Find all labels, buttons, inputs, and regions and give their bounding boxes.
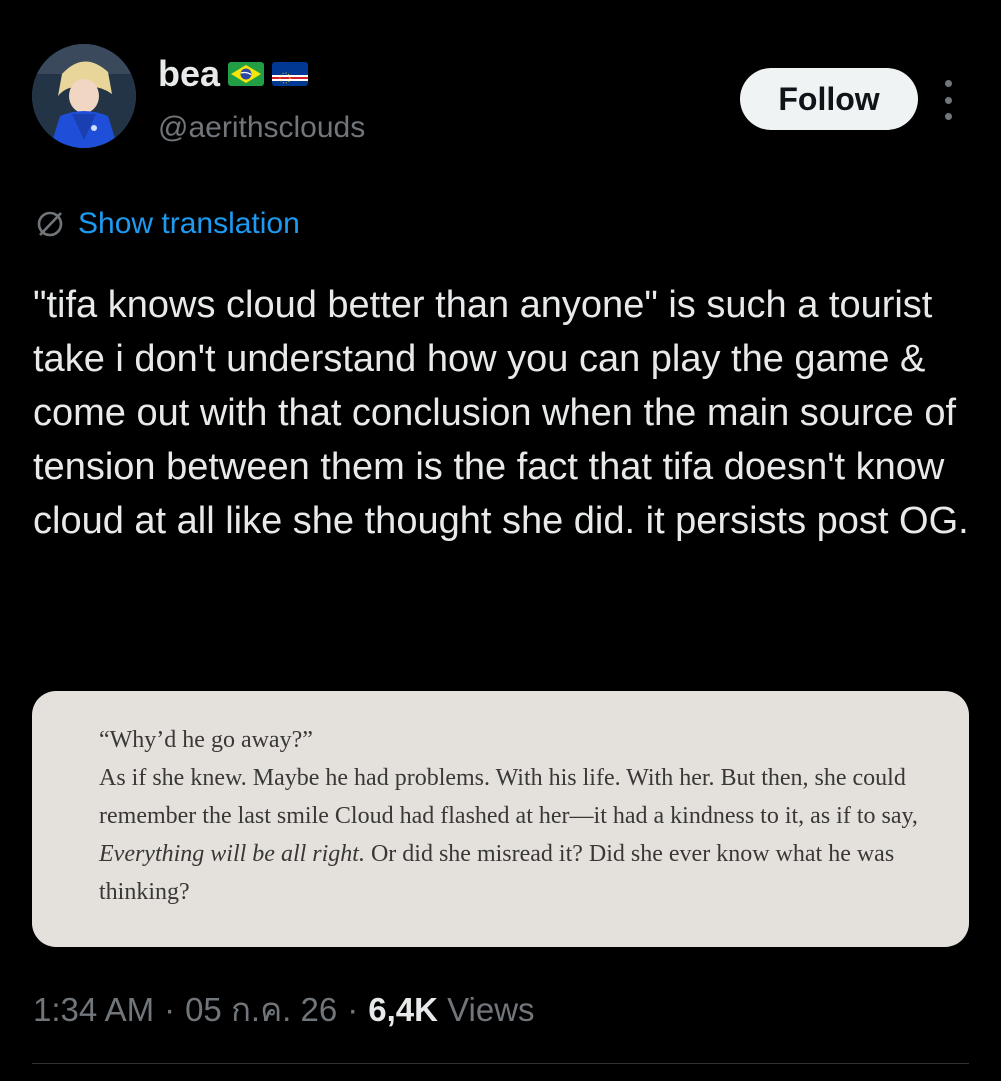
user-handle[interactable]: @aerithsclouds bbox=[158, 110, 365, 146]
book-paragraph: As if she knew. Maybe he had problems. W… bbox=[44, 759, 956, 911]
attached-image[interactable]: “Why’d he go away?” As if she knew. Mayb… bbox=[32, 691, 969, 947]
globe-icon bbox=[37, 211, 63, 237]
follow-button[interactable]: Follow bbox=[740, 68, 918, 130]
display-name[interactable]: bea bbox=[158, 54, 220, 94]
avatar-image bbox=[32, 44, 136, 148]
brazil-flag-icon bbox=[228, 62, 265, 86]
views-count: 6,4K bbox=[368, 991, 438, 1028]
tweet-header: bea @aerithsclouds Follow bbox=[32, 44, 972, 154]
avatar[interactable] bbox=[32, 44, 136, 148]
show-translation-link[interactable]: Show translation bbox=[34, 204, 300, 244]
book-paragraph-start: As if she knew. Maybe he had problems. W… bbox=[99, 765, 918, 829]
name-row: bea bbox=[158, 54, 309, 94]
more-dot bbox=[944, 80, 952, 87]
book-paragraph-italic: Everything will be all right. bbox=[99, 841, 365, 867]
tweet-text: "tifa knows cloud better than anyone" is… bbox=[33, 284, 969, 542]
views-label: Views bbox=[447, 991, 535, 1028]
more-dot bbox=[944, 96, 952, 104]
book-excerpt: “Why’d he go away?” As if she knew. Mayb… bbox=[44, 721, 956, 911]
divider bbox=[32, 1063, 969, 1064]
tweet-time[interactable]: 1:34 AM bbox=[33, 988, 154, 1032]
more-vertical-icon[interactable] bbox=[938, 80, 958, 120]
meta-separator: · bbox=[164, 991, 176, 1028]
tweet-meta: 1:34 AM · 05 ก.ค. 26 · 6,4K Views bbox=[33, 988, 535, 1032]
meta-separator: · bbox=[347, 991, 359, 1028]
tweet-date[interactable]: 05 ก.ค. 26 bbox=[185, 988, 337, 1032]
more-dot bbox=[944, 113, 952, 120]
show-translation-label[interactable]: Show translation bbox=[78, 204, 300, 244]
cape-verde-flag-icon bbox=[272, 62, 309, 86]
book-line-quote: “Why’d he go away?” bbox=[99, 727, 313, 753]
